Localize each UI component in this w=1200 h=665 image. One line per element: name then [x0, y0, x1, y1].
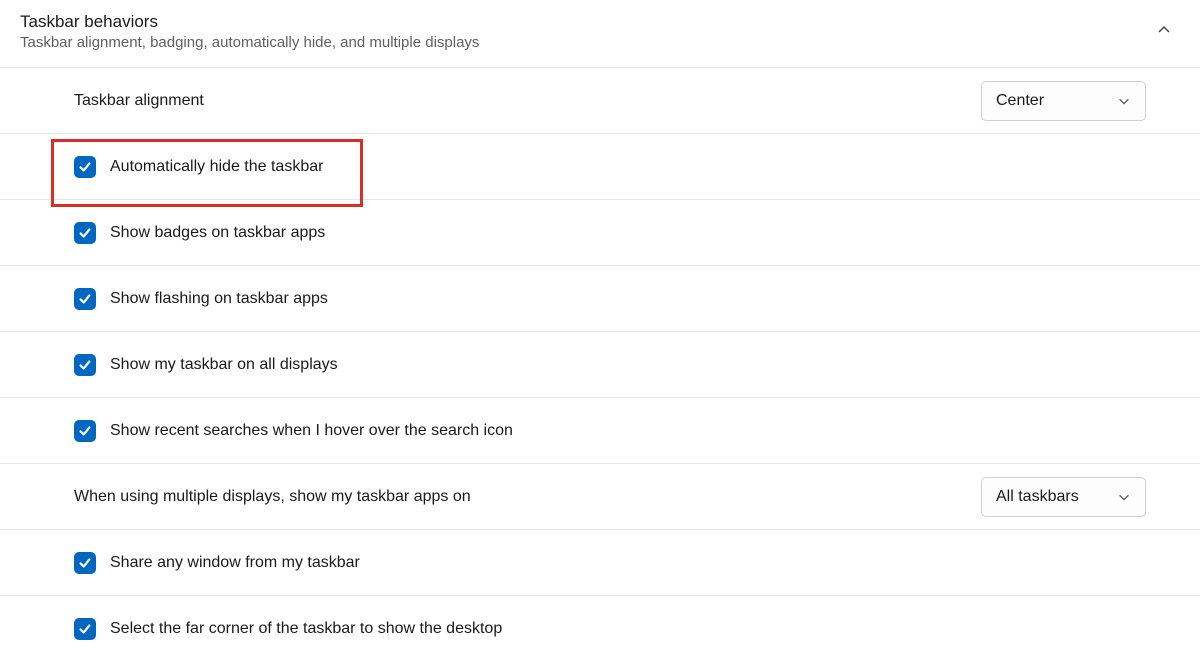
checkbox-label: Share any window from my taskbar: [110, 554, 360, 572]
section-header[interactable]: Taskbar behaviors Taskbar alignment, bad…: [0, 0, 1200, 67]
checkmark-icon: [78, 358, 92, 372]
checkbox-recent-searches[interactable]: [74, 420, 96, 442]
checkbox-show-flashing[interactable]: [74, 288, 96, 310]
setting-multi-displays: When using multiple displays, show my ta…: [0, 463, 1200, 529]
section-subtitle: Taskbar alignment, badging, automaticall…: [20, 34, 1180, 51]
dropdown-value: Center: [996, 92, 1044, 110]
checkbox-row-share-window: Share any window from my taskbar: [0, 529, 1200, 595]
multi-displays-dropdown[interactable]: All taskbars: [981, 477, 1146, 517]
checkbox-row-far-corner: Select the far corner of the taskbar to …: [0, 595, 1200, 661]
checkbox-row-auto-hide: Automatically hide the taskbar: [0, 133, 1200, 199]
checkbox-label: Show flashing on taskbar apps: [110, 290, 328, 308]
checkbox-label: Automatically hide the taskbar: [110, 158, 323, 176]
section-title: Taskbar behaviors: [20, 12, 1180, 32]
checkbox-row-all-displays: Show my taskbar on all displays: [0, 331, 1200, 397]
chevron-up-icon: [1156, 22, 1172, 43]
checkbox-show-badges[interactable]: [74, 222, 96, 244]
alignment-dropdown[interactable]: Center: [981, 81, 1146, 121]
checkmark-icon: [78, 424, 92, 438]
checkbox-far-corner[interactable]: [74, 618, 96, 640]
checkmark-icon: [78, 556, 92, 570]
checkmark-icon: [78, 160, 92, 174]
checkbox-label: Select the far corner of the taskbar to …: [110, 620, 502, 638]
checkbox-label: Show badges on taskbar apps: [110, 224, 325, 242]
checkbox-row-recent-searches: Show recent searches when I hover over t…: [0, 397, 1200, 463]
checkbox-share-window[interactable]: [74, 552, 96, 574]
checkbox-label: Show my taskbar on all displays: [110, 356, 338, 374]
checkbox-row-show-flashing: Show flashing on taskbar apps: [0, 265, 1200, 331]
chevron-down-icon: [1117, 490, 1131, 504]
checkbox-row-show-badges: Show badges on taskbar apps: [0, 199, 1200, 265]
checkmark-icon: [78, 292, 92, 306]
checkmark-icon: [78, 226, 92, 240]
checkbox-all-displays[interactable]: [74, 354, 96, 376]
setting-taskbar-alignment: Taskbar alignment Center: [0, 67, 1200, 133]
setting-label: When using multiple displays, show my ta…: [74, 488, 471, 506]
checkmark-icon: [78, 622, 92, 636]
checkbox-label: Show recent searches when I hover over t…: [110, 422, 513, 440]
setting-label: Taskbar alignment: [74, 92, 204, 110]
checkbox-auto-hide[interactable]: [74, 156, 96, 178]
dropdown-value: All taskbars: [996, 488, 1079, 506]
chevron-down-icon: [1117, 94, 1131, 108]
